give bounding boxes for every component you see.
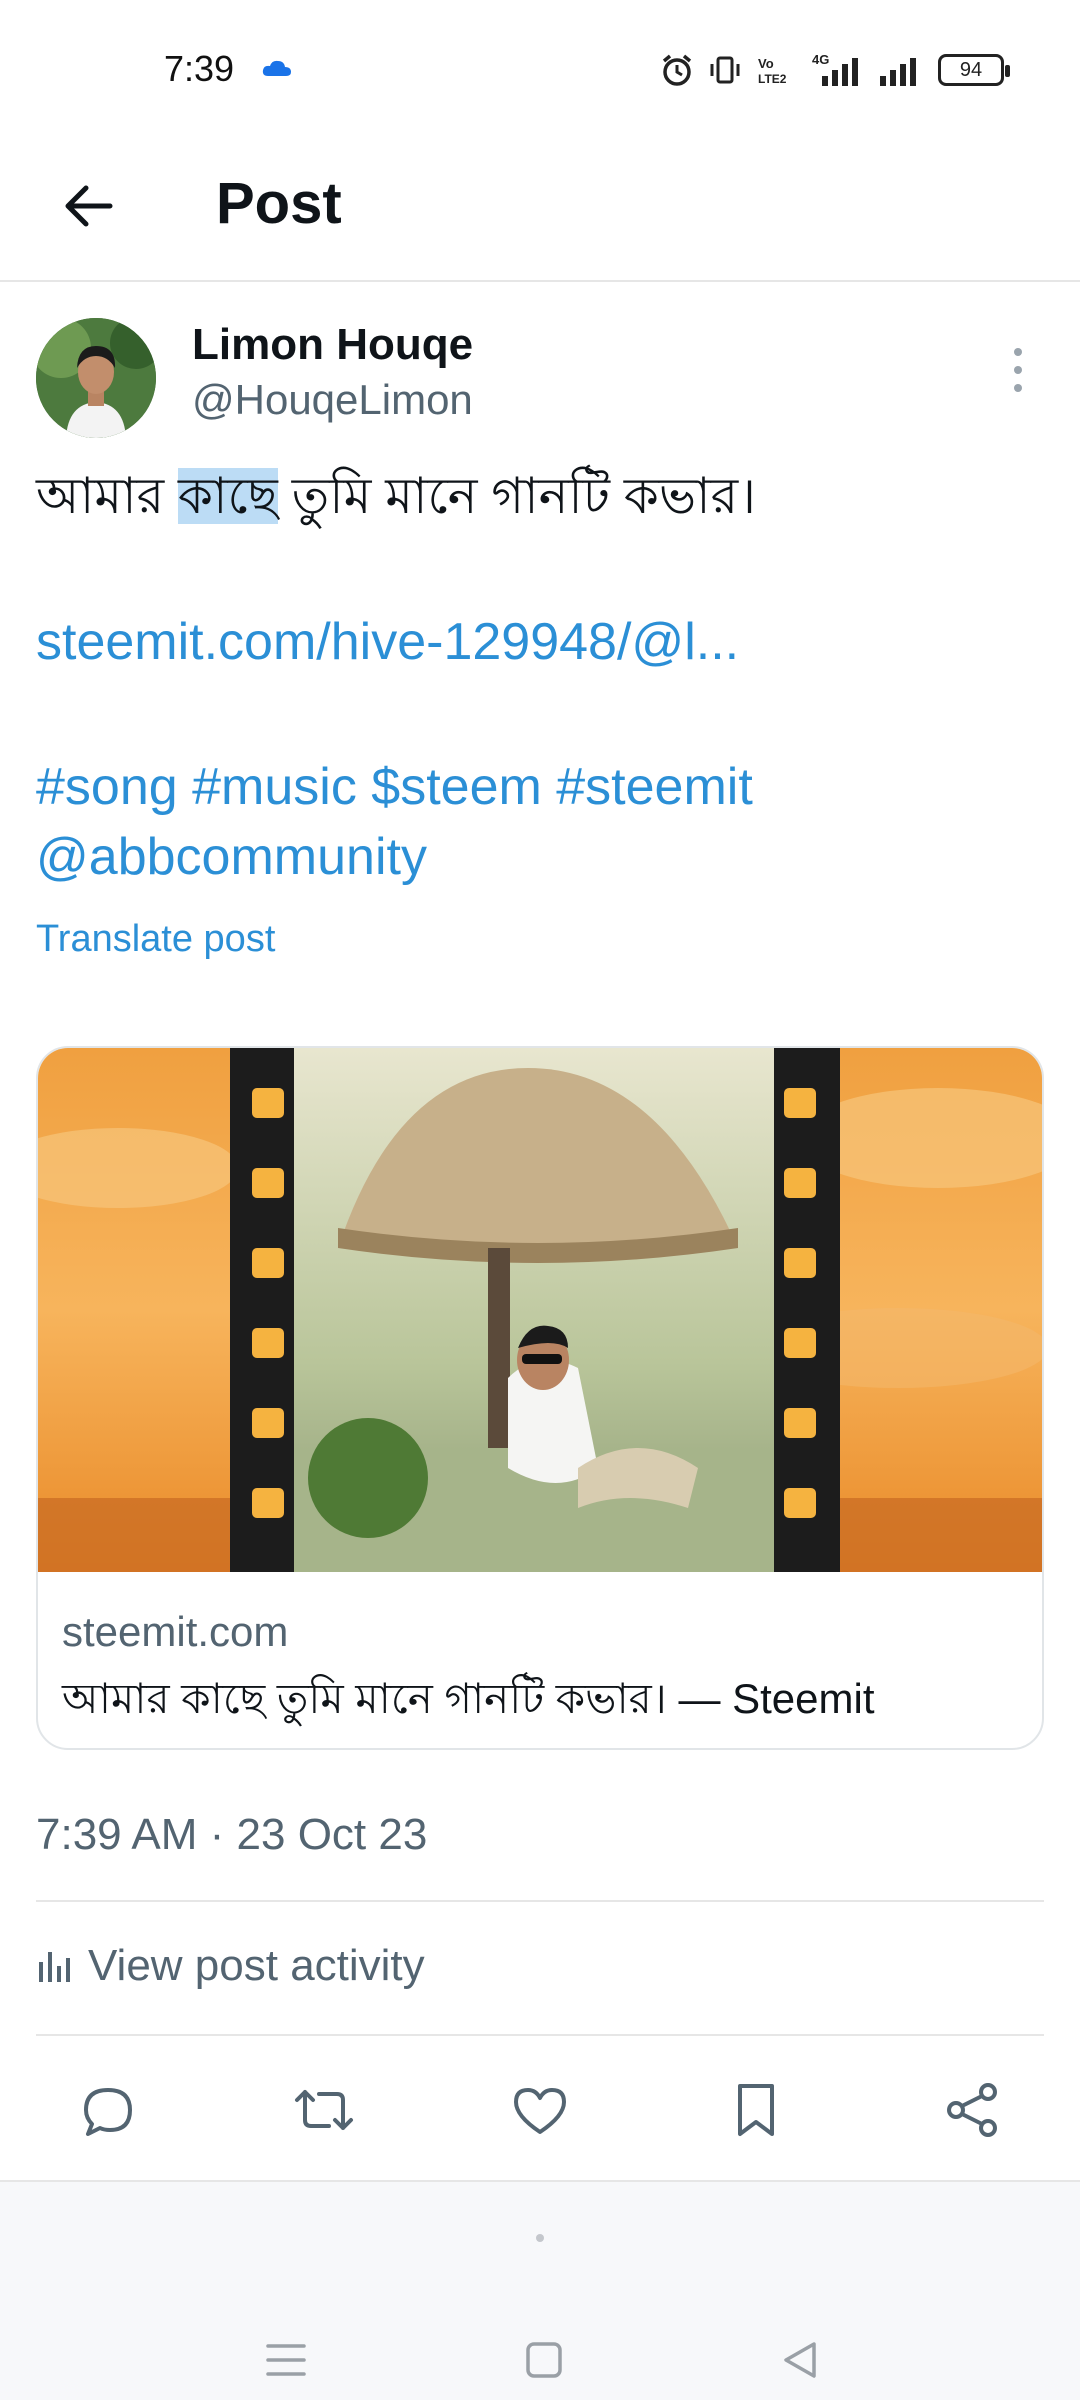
- status-bar: 7:39 Vo LTE2 4G 94: [0, 0, 1080, 140]
- alarm-icon: [662, 54, 692, 86]
- card-domain: steemit.com: [62, 1608, 289, 1655]
- status-time: 7:39: [164, 48, 235, 89]
- bar-chart-icon: [39, 1952, 70, 1982]
- author-handle[interactable]: @HouqeLimon: [192, 376, 473, 424]
- reply-button[interactable]: [60, 2062, 156, 2158]
- repost-icon: [295, 2090, 353, 2130]
- square-icon: [526, 2342, 562, 2378]
- hashtags: #song #music $steem #steemit @abbcommuni…: [36, 752, 1046, 892]
- menu-icon: [266, 2344, 306, 2376]
- back-button[interactable]: [52, 170, 124, 242]
- svg-text:LTE2: LTE2: [758, 72, 787, 86]
- film-sprockets-left: [252, 1088, 284, 1568]
- action-bar: [36, 2062, 1044, 2158]
- system-back-button[interactable]: [760, 2320, 840, 2400]
- share-icon: [947, 2083, 997, 2137]
- svg-text:4G: 4G: [812, 52, 829, 67]
- view-post-activity-button[interactable]: View post activity: [36, 1936, 425, 1996]
- hashtag-line[interactable]: #song #music $steem #steemit: [36, 752, 1046, 822]
- heart-icon: [514, 2088, 566, 2134]
- battery-level: 94: [959, 58, 983, 81]
- system-navigation-bar: [0, 2182, 1080, 2400]
- divider: [36, 1900, 1044, 1902]
- mention-link[interactable]: @abbcommunity: [36, 822, 1046, 892]
- link-preview-card[interactable]: steemit.com আমার কাছে তুমি মানে গানটি কভ…: [36, 1046, 1044, 1750]
- author-name[interactable]: Limon Houqe: [192, 320, 473, 370]
- share-button[interactable]: [924, 2062, 1020, 2158]
- signal-4g-icon: 4G: [812, 52, 858, 86]
- recent-apps-button[interactable]: [246, 2320, 326, 2400]
- post-timestamp: 7:39 AM · 23 Oct 23: [36, 1810, 428, 1859]
- like-button[interactable]: [492, 2062, 588, 2158]
- bookmark-icon: [738, 2084, 774, 2136]
- battery-indicator: 94: [938, 54, 1010, 86]
- home-button[interactable]: [504, 2320, 584, 2400]
- post-text-part: আমার: [36, 468, 178, 524]
- post-text-part: তুমি মানে গানটি কভার।: [277, 468, 756, 524]
- post-text: আমার কাছে তুমি মানে গানটি কভার।: [36, 462, 1046, 530]
- vibrate-icon: [710, 56, 740, 84]
- card-title: আমার কাছে তুমি মানে গানটি কভার। — Steemi…: [62, 1675, 875, 1722]
- more-dot: [1014, 348, 1022, 356]
- translate-post-link[interactable]: Translate post: [36, 918, 275, 961]
- avatar[interactable]: [36, 318, 156, 438]
- page-indicator-dot: [536, 2234, 544, 2242]
- card-thumbnail: [38, 1048, 1042, 1572]
- page-title: Post: [216, 171, 342, 236]
- film-sprockets-right: [784, 1088, 816, 1568]
- avatar-image: [36, 318, 156, 438]
- bookmark-button[interactable]: [708, 2062, 804, 2158]
- post-text-selection: কাছে: [177, 468, 278, 524]
- svg-text:Vo: Vo: [758, 56, 774, 71]
- more-dot: [1014, 366, 1022, 374]
- repost-button[interactable]: [276, 2062, 372, 2158]
- volte-icon: Vo LTE2: [758, 56, 787, 86]
- more-dot: [1014, 384, 1022, 392]
- post-link[interactable]: steemit.com/hive-129948/@l...: [36, 612, 739, 672]
- triangle-back-icon: [784, 2342, 816, 2378]
- signal-icon: [880, 58, 916, 86]
- divider: [36, 2034, 1044, 2036]
- header: Post: [0, 140, 1080, 282]
- reply-icon: [84, 2088, 132, 2136]
- view-post-activity-label: View post activity: [88, 1941, 425, 1990]
- cloud-icon: [262, 60, 291, 76]
- status-icons: Vo LTE2 4G 94: [660, 50, 1010, 90]
- arrow-left-icon: [65, 185, 113, 227]
- more-vertical-icon[interactable]: [1000, 340, 1036, 400]
